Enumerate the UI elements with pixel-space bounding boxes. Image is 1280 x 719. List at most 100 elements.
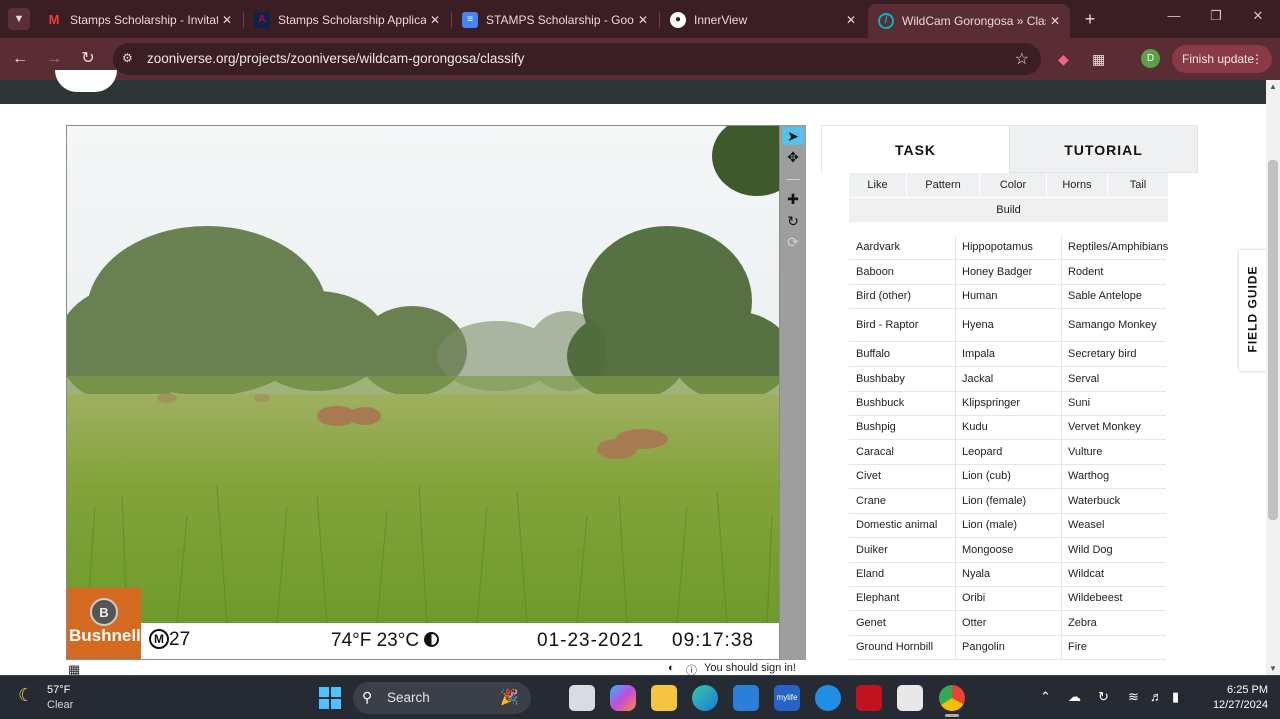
- forward-arrow-icon[interactable]: →: [43, 48, 65, 70]
- filter-pattern-button[interactable]: Pattern: [907, 173, 979, 197]
- system-clock[interactable]: 6:25 PM 12/27/2024: [1200, 683, 1268, 713]
- new-tab-button[interactable]: +: [1080, 9, 1100, 29]
- weather-temperature[interactable]: 57°F: [47, 684, 70, 696]
- volume-icon[interactable]: ♬: [1150, 689, 1163, 704]
- species-option[interactable]: Secretary bird: [1061, 341, 1168, 366]
- reset-icon[interactable]: ⟳: [782, 233, 804, 251]
- moon-weather-icon[interactable]: ☾: [18, 685, 34, 706]
- species-option[interactable]: Hyena: [955, 308, 1061, 341]
- species-option[interactable]: Warthog: [1061, 464, 1168, 488]
- browser-tab[interactable]: M Stamps Scholarship - Invitati ✕: [36, 5, 242, 34]
- species-option[interactable]: Bushbuck: [849, 391, 955, 415]
- species-option[interactable]: Vulture: [1061, 439, 1168, 464]
- close-icon[interactable]: ✕: [842, 13, 860, 27]
- species-option[interactable]: Genet: [849, 610, 955, 635]
- species-option[interactable]: Honey Badger: [955, 259, 1061, 284]
- scrollbar-thumb[interactable]: [1268, 160, 1278, 520]
- sign-in-notice[interactable]: You should sign in!: [704, 662, 796, 674]
- weather-condition[interactable]: Clear: [47, 699, 73, 711]
- species-option[interactable]: Weasel: [1061, 513, 1168, 537]
- move-icon[interactable]: ✥: [782, 148, 804, 166]
- scroll-down-icon[interactable]: ▼: [1269, 664, 1277, 673]
- species-option[interactable]: Baboon: [849, 259, 955, 284]
- species-option[interactable]: Vervet Monkey: [1061, 415, 1168, 439]
- zoom-out-icon[interactable]: —: [782, 169, 804, 187]
- browser-tab-active[interactable]: / WildCam Gorongosa » Class ✕: [868, 4, 1070, 38]
- file-explorer-icon[interactable]: [651, 685, 677, 711]
- tab-search-dropdown[interactable]: ▼: [8, 8, 30, 30]
- close-icon[interactable]: ✕: [426, 13, 444, 27]
- species-option[interactable]: Aardvark: [849, 235, 955, 259]
- taskbar-search[interactable]: ⚲ Search 🎉: [353, 682, 531, 714]
- species-option[interactable]: Fire: [1061, 635, 1168, 659]
- species-option[interactable]: Wildcat: [1061, 562, 1168, 586]
- species-option[interactable]: Ground Hornbill: [849, 635, 955, 659]
- close-icon[interactable]: ✕: [1046, 14, 1064, 28]
- grid-view-icon[interactable]: ▦: [68, 662, 80, 675]
- finish-update-button[interactable]: Finish update ⋮: [1172, 45, 1272, 73]
- species-option[interactable]: Serval: [1061, 366, 1168, 391]
- sync-icon[interactable]: ↻: [1098, 689, 1109, 705]
- species-option[interactable]: Sable Antelope: [1061, 284, 1168, 308]
- wifi-icon[interactable]: ≋: [1128, 689, 1139, 705]
- species-option[interactable]: Jackal: [955, 366, 1061, 391]
- field-guide-button[interactable]: FIELD GUIDE: [1239, 250, 1266, 371]
- pointer-icon[interactable]: ➤: [782, 127, 804, 145]
- browser-tab[interactable]: ● InnerView ✕: [660, 5, 866, 34]
- species-option[interactable]: Crane: [849, 488, 955, 513]
- minimize-icon[interactable]: —: [1164, 8, 1184, 23]
- species-option[interactable]: Leopard: [955, 439, 1061, 464]
- tab-task[interactable]: TASK: [821, 125, 1009, 173]
- species-option[interactable]: Lion (male): [955, 513, 1061, 537]
- zoom-in-icon[interactable]: ✚: [782, 190, 804, 208]
- address-bar[interactable]: ⚙ zooniverse.org/projects/zooniverse/wil…: [113, 43, 1041, 75]
- species-option[interactable]: Buffalo: [849, 341, 955, 366]
- species-option[interactable]: Suni: [1061, 391, 1168, 415]
- contrast-icon[interactable]: ◐: [668, 662, 675, 674]
- filter-color-button[interactable]: Color: [980, 173, 1046, 197]
- help-app-icon[interactable]: [815, 685, 841, 711]
- species-option[interactable]: Rodent: [1061, 259, 1168, 284]
- back-arrow-icon[interactable]: ←: [9, 48, 31, 70]
- browser-tab[interactable]: ≡ STAMPS Scholarship - Goog ✕: [452, 5, 658, 34]
- task-view-icon[interactable]: [569, 685, 595, 711]
- copilot-icon[interactable]: [610, 685, 636, 711]
- species-option[interactable]: Bird (other): [849, 284, 955, 308]
- close-icon[interactable]: ✕: [634, 13, 652, 27]
- window-close-icon[interactable]: ✕: [1248, 8, 1268, 24]
- species-option[interactable]: Hippopotamus: [955, 235, 1061, 259]
- scroll-up-icon[interactable]: ▲: [1269, 82, 1277, 91]
- filter-build-button[interactable]: Build: [849, 197, 1168, 221]
- puzzle-extensions-icon[interactable]: ▦: [1092, 51, 1105, 68]
- mcafee-icon[interactable]: [856, 685, 882, 711]
- chrome-icon[interactable]: [939, 685, 965, 711]
- species-option[interactable]: Mongoose: [955, 537, 1061, 562]
- restore-icon[interactable]: ❐: [1206, 8, 1226, 24]
- filter-horns-button[interactable]: Horns: [1047, 173, 1107, 197]
- species-option[interactable]: Zebra: [1061, 610, 1168, 635]
- species-option[interactable]: Wildebeest: [1061, 586, 1168, 610]
- battery-icon[interactable]: ▮: [1172, 689, 1179, 705]
- profile-avatar[interactable]: D: [1141, 49, 1160, 68]
- species-option[interactable]: Duiker: [849, 537, 955, 562]
- species-option[interactable]: Bushbaby: [849, 366, 955, 391]
- species-option[interactable]: Impala: [955, 341, 1061, 366]
- species-option[interactable]: Oribi: [955, 586, 1061, 610]
- close-icon[interactable]: ✕: [218, 13, 236, 27]
- show-hidden-icons[interactable]: ⌃: [1040, 689, 1051, 705]
- bookmark-star-icon[interactable]: ☆: [1015, 49, 1029, 69]
- species-option[interactable]: Elephant: [849, 586, 955, 610]
- browser-tab[interactable]: A Stamps Scholarship Applicat ✕: [244, 5, 450, 34]
- filter-like-button[interactable]: Like: [849, 173, 906, 197]
- species-option[interactable]: Reptiles/Amphibians: [1061, 235, 1168, 259]
- species-option[interactable]: Eland: [849, 562, 955, 586]
- species-option[interactable]: Lion (cub): [955, 464, 1061, 488]
- page-scrollbar[interactable]: ▲ ▼: [1266, 80, 1280, 675]
- camera-trap-image[interactable]: B Bushnell M 27 74°F 23°C 01-23-2021 09:1…: [66, 125, 780, 660]
- filter-tail-button[interactable]: Tail: [1108, 173, 1168, 197]
- url-text[interactable]: zooniverse.org/projects/zooniverse/wildc…: [147, 51, 524, 66]
- mywifi-icon[interactable]: mylife: [774, 685, 800, 711]
- site-info-icon[interactable]: ⚙: [122, 51, 133, 65]
- species-option[interactable]: Kudu: [955, 415, 1061, 439]
- species-option[interactable]: Domestic animal: [849, 513, 955, 537]
